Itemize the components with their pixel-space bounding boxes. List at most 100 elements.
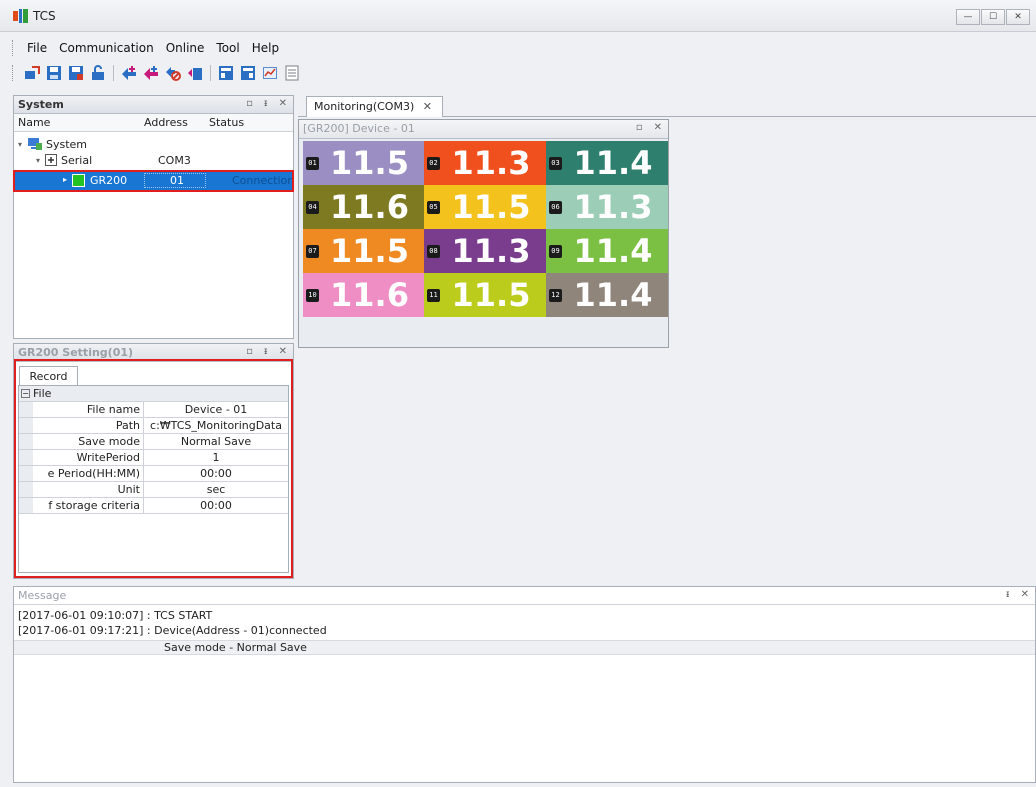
property-row[interactable]: f storage criteria 00:00 [19, 498, 288, 514]
collapse-arrow-icon[interactable]: ▾ [18, 140, 27, 149]
collapse-minus-icon[interactable]: − [21, 389, 30, 398]
menu-communication[interactable]: Communication [53, 41, 160, 55]
chart-icon[interactable] [261, 64, 279, 82]
maximize-button[interactable]: ☐ [981, 9, 1005, 25]
tree-label-gr200: GR200 [90, 174, 128, 187]
log-subline: Save mode - Normal Save [164, 641, 307, 654]
connect-icon[interactable] [23, 64, 41, 82]
view-1-icon[interactable] [217, 64, 235, 82]
tab-monitoring[interactable]: Monitoring(COM3) ✕ [306, 96, 443, 117]
system-columns-header: Name Address Status [14, 114, 293, 132]
pin-icon[interactable]: ᵻ [1006, 589, 1010, 600]
column-name[interactable]: Name [18, 116, 50, 129]
channel-tile[interactable]: 02 11.3 [424, 141, 546, 185]
property-value[interactable]: sec [144, 482, 288, 497]
system-panel-controls: ▫ ᵻ ✕ [246, 98, 287, 109]
channel-tile[interactable]: 12 11.4 [546, 273, 668, 317]
remove-device-icon[interactable] [164, 64, 182, 82]
menu-online[interactable]: Online [160, 41, 211, 55]
property-category-file[interactable]: − File [19, 386, 288, 402]
channel-tile[interactable]: 05 11.5 [424, 185, 546, 229]
menu-grip[interactable] [12, 40, 15, 56]
property-row[interactable]: e Period(HH:MM) 00:00 [19, 466, 288, 482]
channel-number-badge: 07 [306, 245, 319, 258]
channel-tile[interactable]: 04 11.6 [303, 185, 424, 229]
property-name: WritePeriod [33, 450, 144, 465]
column-status[interactable]: Status [209, 116, 244, 129]
channel-tile[interactable]: 08 11.3 [424, 229, 546, 273]
channel-number-badge: 11 [427, 289, 440, 302]
channel-tile[interactable]: 11 11.5 [424, 273, 546, 317]
toolbar-grip[interactable] [12, 65, 15, 81]
setting-panel-title: GR200 Setting(01) [18, 346, 134, 359]
channel-tile[interactable]: 06 11.3 [546, 185, 668, 229]
device-status: Connection [232, 174, 295, 187]
device-window: [GR200] Device - 01 ▫ ✕ 01 11.5 02 11.3 03 11… [298, 119, 669, 348]
property-value[interactable]: Normal Save [144, 434, 288, 449]
column-address[interactable]: Address [144, 116, 188, 129]
property-value[interactable]: 1 [144, 450, 288, 465]
channel-value: 11.5 [330, 144, 409, 182]
tree-node-gr200[interactable]: ▸ GR200 01 Connection [14, 172, 295, 190]
expand-arrow-icon[interactable]: ▸ [63, 175, 67, 184]
setting-panel-header: GR200 Setting(01) ▫ ᵻ ✕ [14, 344, 293, 362]
collapse-arrow-icon[interactable]: ▾ [36, 156, 45, 165]
menu-file[interactable]: File [21, 41, 53, 55]
property-row[interactable]: Path c:₩TCS_MonitoringData [19, 418, 288, 434]
channel-number-badge: 04 [306, 201, 319, 214]
channel-value: 11.6 [330, 276, 409, 314]
close-icon[interactable]: ✕ [1021, 589, 1029, 600]
title-bar: TCS — ☐ ✕ [0, 0, 1036, 32]
tab-monitoring-label: Monitoring(COM3) [314, 100, 415, 113]
tree-label-system: System [46, 137, 88, 151]
save-as-icon[interactable] [67, 64, 85, 82]
save-icon[interactable] [45, 64, 63, 82]
property-value[interactable]: 00:00 [144, 466, 288, 481]
property-value[interactable]: Device - 01 [144, 402, 288, 417]
restore-icon[interactable]: ▫ [246, 346, 253, 357]
property-row[interactable]: Unit sec [19, 482, 288, 498]
close-button[interactable]: ✕ [1006, 9, 1030, 25]
minimize-button[interactable]: — [956, 9, 980, 25]
channel-tile[interactable]: 09 11.4 [546, 229, 668, 273]
property-value[interactable]: 00:00 [144, 498, 288, 513]
add-device-icon[interactable] [120, 64, 138, 82]
list-icon[interactable] [283, 64, 301, 82]
close-icon[interactable]: ✕ [279, 346, 287, 357]
close-icon[interactable]: ✕ [654, 122, 662, 133]
property-grid: − File File name Device - 01 Path c:₩TCS_M… [18, 385, 289, 573]
property-row[interactable]: Save mode Normal Save [19, 434, 288, 450]
tree-node-serial[interactable]: ▾ Serial COM3 [36, 152, 286, 168]
property-row[interactable]: File name Device - 01 [19, 402, 288, 418]
message-log: [2017-06-01 09:10:07] : TCS START [2017-… [18, 609, 327, 639]
channel-tile[interactable]: 07 11.5 [303, 229, 424, 273]
unlock-icon[interactable] [89, 64, 107, 82]
channel-number-badge: 12 [549, 289, 562, 302]
view-2-icon[interactable] [239, 64, 257, 82]
property-row[interactable]: WritePeriod 1 [19, 450, 288, 466]
channel-tile[interactable]: 03 11.4 [546, 141, 668, 185]
menu-tool[interactable]: Tool [210, 41, 245, 55]
monitor-add-icon[interactable] [186, 64, 204, 82]
pin-icon[interactable]: ᵻ [264, 346, 268, 357]
channel-tile[interactable]: 10 11.6 [303, 273, 424, 317]
channel-value: 11.4 [573, 232, 653, 270]
channel-number-badge: 06 [549, 201, 562, 214]
property-name: e Period(HH:MM) [33, 466, 144, 481]
log-line: [2017-06-01 09:10:07] : TCS START [18, 609, 213, 622]
tab-close-icon[interactable]: ✕ [423, 97, 432, 117]
close-icon[interactable]: ✕ [279, 98, 287, 109]
restore-icon[interactable]: ▫ [636, 122, 643, 133]
category-label: File [33, 387, 52, 400]
channel-tile[interactable]: 01 11.5 [303, 141, 424, 185]
pin-icon[interactable]: ᵻ [264, 98, 268, 109]
channel-number-badge: 09 [549, 245, 562, 258]
add-multiple-icon[interactable] [142, 64, 160, 82]
menu-help[interactable]: Help [246, 41, 285, 55]
setting-panel-controls: ▫ ᵻ ✕ [246, 346, 287, 357]
property-value[interactable]: c:₩TCS_MonitoringData [144, 418, 288, 433]
device-address: 01 [170, 174, 184, 187]
tab-record[interactable]: Record [19, 366, 78, 386]
tree-node-system[interactable]: ▾ System [18, 136, 87, 152]
restore-icon[interactable]: ▫ [246, 98, 253, 109]
